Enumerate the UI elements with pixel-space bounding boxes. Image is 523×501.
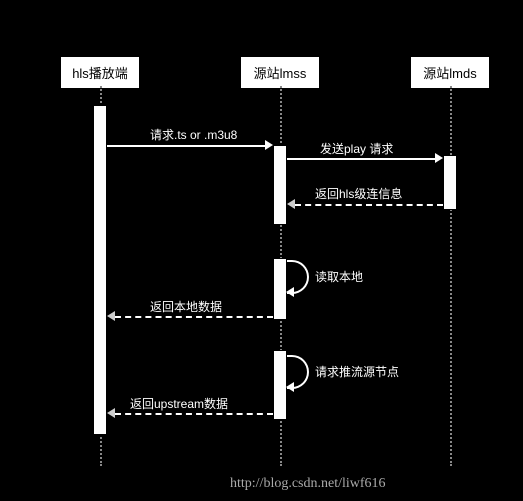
participant-lmds: 源站lmds: [410, 56, 490, 89]
activation-lmss-2: [273, 258, 287, 320]
arrow-m7: [115, 413, 273, 415]
arrowhead-m5: [107, 311, 115, 321]
arrowhead-m1: [265, 140, 273, 150]
message-return-hls-info: 返回hls级连信息: [315, 185, 402, 202]
participant-lmss: 源站lmss: [240, 56, 320, 89]
participant-label: hls播放端: [72, 66, 128, 81]
arrowhead-m2: [435, 153, 443, 163]
lifeline-lmds: [450, 86, 452, 466]
sequence-diagram: hls播放端 源站lmss 源站lmds 请求.ts or .m3u8 发送pl…: [0, 0, 523, 501]
arrowhead-m6: [286, 382, 294, 392]
arrowhead-m3: [287, 199, 295, 209]
arrow-m3: [295, 204, 443, 206]
participant-label: 源站lmds: [423, 66, 476, 81]
arrow-m2: [287, 158, 437, 160]
arrowhead-m4: [286, 287, 294, 297]
activation-lmds: [443, 155, 457, 210]
message-send-play: 发送play 请求: [320, 140, 393, 157]
message-read-local: 读取本地: [315, 268, 363, 285]
message-request-upstream: 请求推流源节点: [315, 363, 399, 380]
participant-hls-player: hls播放端: [60, 56, 140, 89]
watermark-text: http://blog.csdn.net/liwf616: [230, 476, 386, 492]
message-return-local-data: 返回本地数据: [150, 298, 222, 315]
participant-label: 源站lmss: [254, 66, 307, 81]
arrow-m1: [107, 145, 267, 147]
activation-hls: [93, 105, 107, 435]
arrowhead-m7: [107, 408, 115, 418]
arrow-m5: [115, 316, 273, 318]
message-return-upstream-data: 返回upstream数据: [130, 395, 228, 412]
activation-lmss-1: [273, 145, 287, 225]
activation-lmss-3: [273, 350, 287, 420]
message-request-ts-m3u8: 请求.ts or .m3u8: [150, 126, 237, 143]
